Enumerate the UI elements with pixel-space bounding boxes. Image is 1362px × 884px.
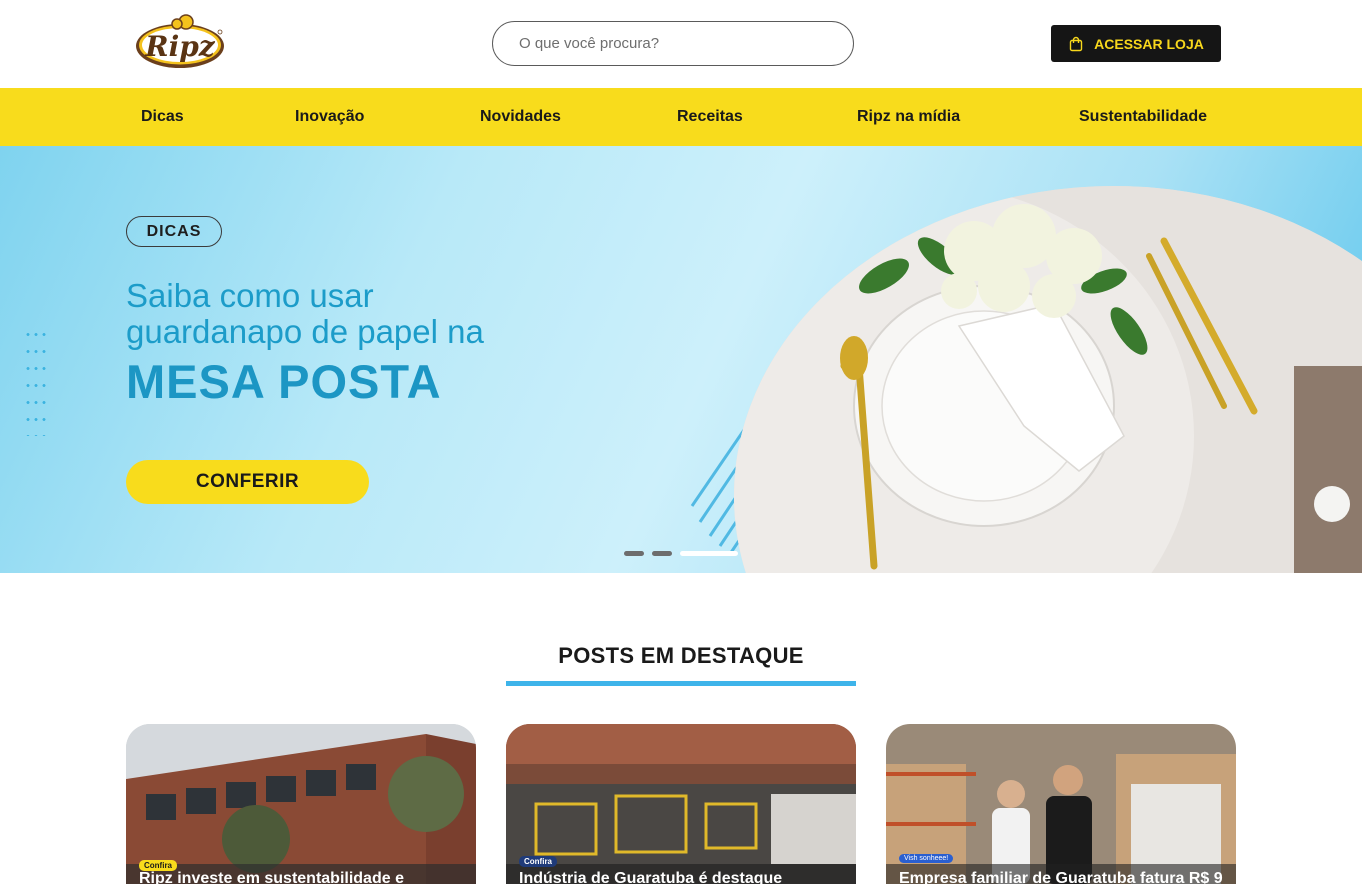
site-header: Ripz ACESSAR LOJA [0,0,1362,88]
post-badge: Confira [519,856,557,867]
nav-item-receitas[interactable]: Receitas [677,88,743,146]
post-card-3[interactable]: Vish sonheee! Empresa familiar de Guarat… [886,724,1236,884]
ripz-logo[interactable]: Ripz [134,14,226,72]
nav-item-sustentabilidade[interactable]: Sustentabilidade [1079,88,1207,146]
featured-posts-heading: POSTS EM DESTAQUE [558,643,804,668]
hero-category-tag[interactable]: DICAS [126,216,222,247]
hero-cta-button[interactable]: CONFERIR [126,460,369,504]
nav-item-novidades[interactable]: Novidades [480,88,561,146]
carousel-dot-2[interactable] [652,551,672,556]
hero-headline-line2: guardanapo de papel na [126,313,484,350]
hero-banner[interactable]: DICAS Saiba como usar guardanapo de pape… [0,146,1362,573]
hero-headline-line1: Saiba como usar [126,277,374,314]
access-store-button[interactable]: ACESSAR LOJA [1051,25,1221,62]
carousel-dot-1[interactable] [624,551,644,556]
nav-item-dicas[interactable]: Dicas [141,88,184,146]
post-title[interactable]: Ripz investe em sustentabilidade e [139,870,476,884]
post-card-1[interactable]: Confira Ripz investe em sustentabilidade… [126,724,476,884]
factory-interior-photo [506,724,856,884]
post-title[interactable]: Empresa familiar de Guaratuba fatura R$ … [899,870,1236,884]
main-nav: Dicas Inovação Novidades Receitas Ripz n… [0,88,1362,146]
search-box[interactable] [492,21,854,66]
heading-underline [506,681,856,686]
nav-item-ripz-na-midia[interactable]: Ripz na mídia [857,88,960,146]
shopping-bag-icon [1069,36,1083,51]
hero-headline-emphasis: MESA POSTA [126,355,442,408]
nav-item-inovacao[interactable]: Inovação [295,88,364,146]
carousel-dot-3-active[interactable] [680,551,738,556]
post-title[interactable]: Indústria de Guaratuba é destaque [519,870,856,884]
post-card-2[interactable]: Confira Indústria de Guaratuba é destaqu… [506,724,856,884]
factory-building-photo [126,724,476,884]
post-badge: Vish sonheee! [899,854,954,863]
logo-wordmark: Ripz [144,30,215,63]
search-input[interactable] [519,35,819,52]
table-setting-photo [734,186,1362,573]
access-store-label: ACESSAR LOJA [1094,35,1204,52]
decorative-dot-grid [24,326,48,436]
